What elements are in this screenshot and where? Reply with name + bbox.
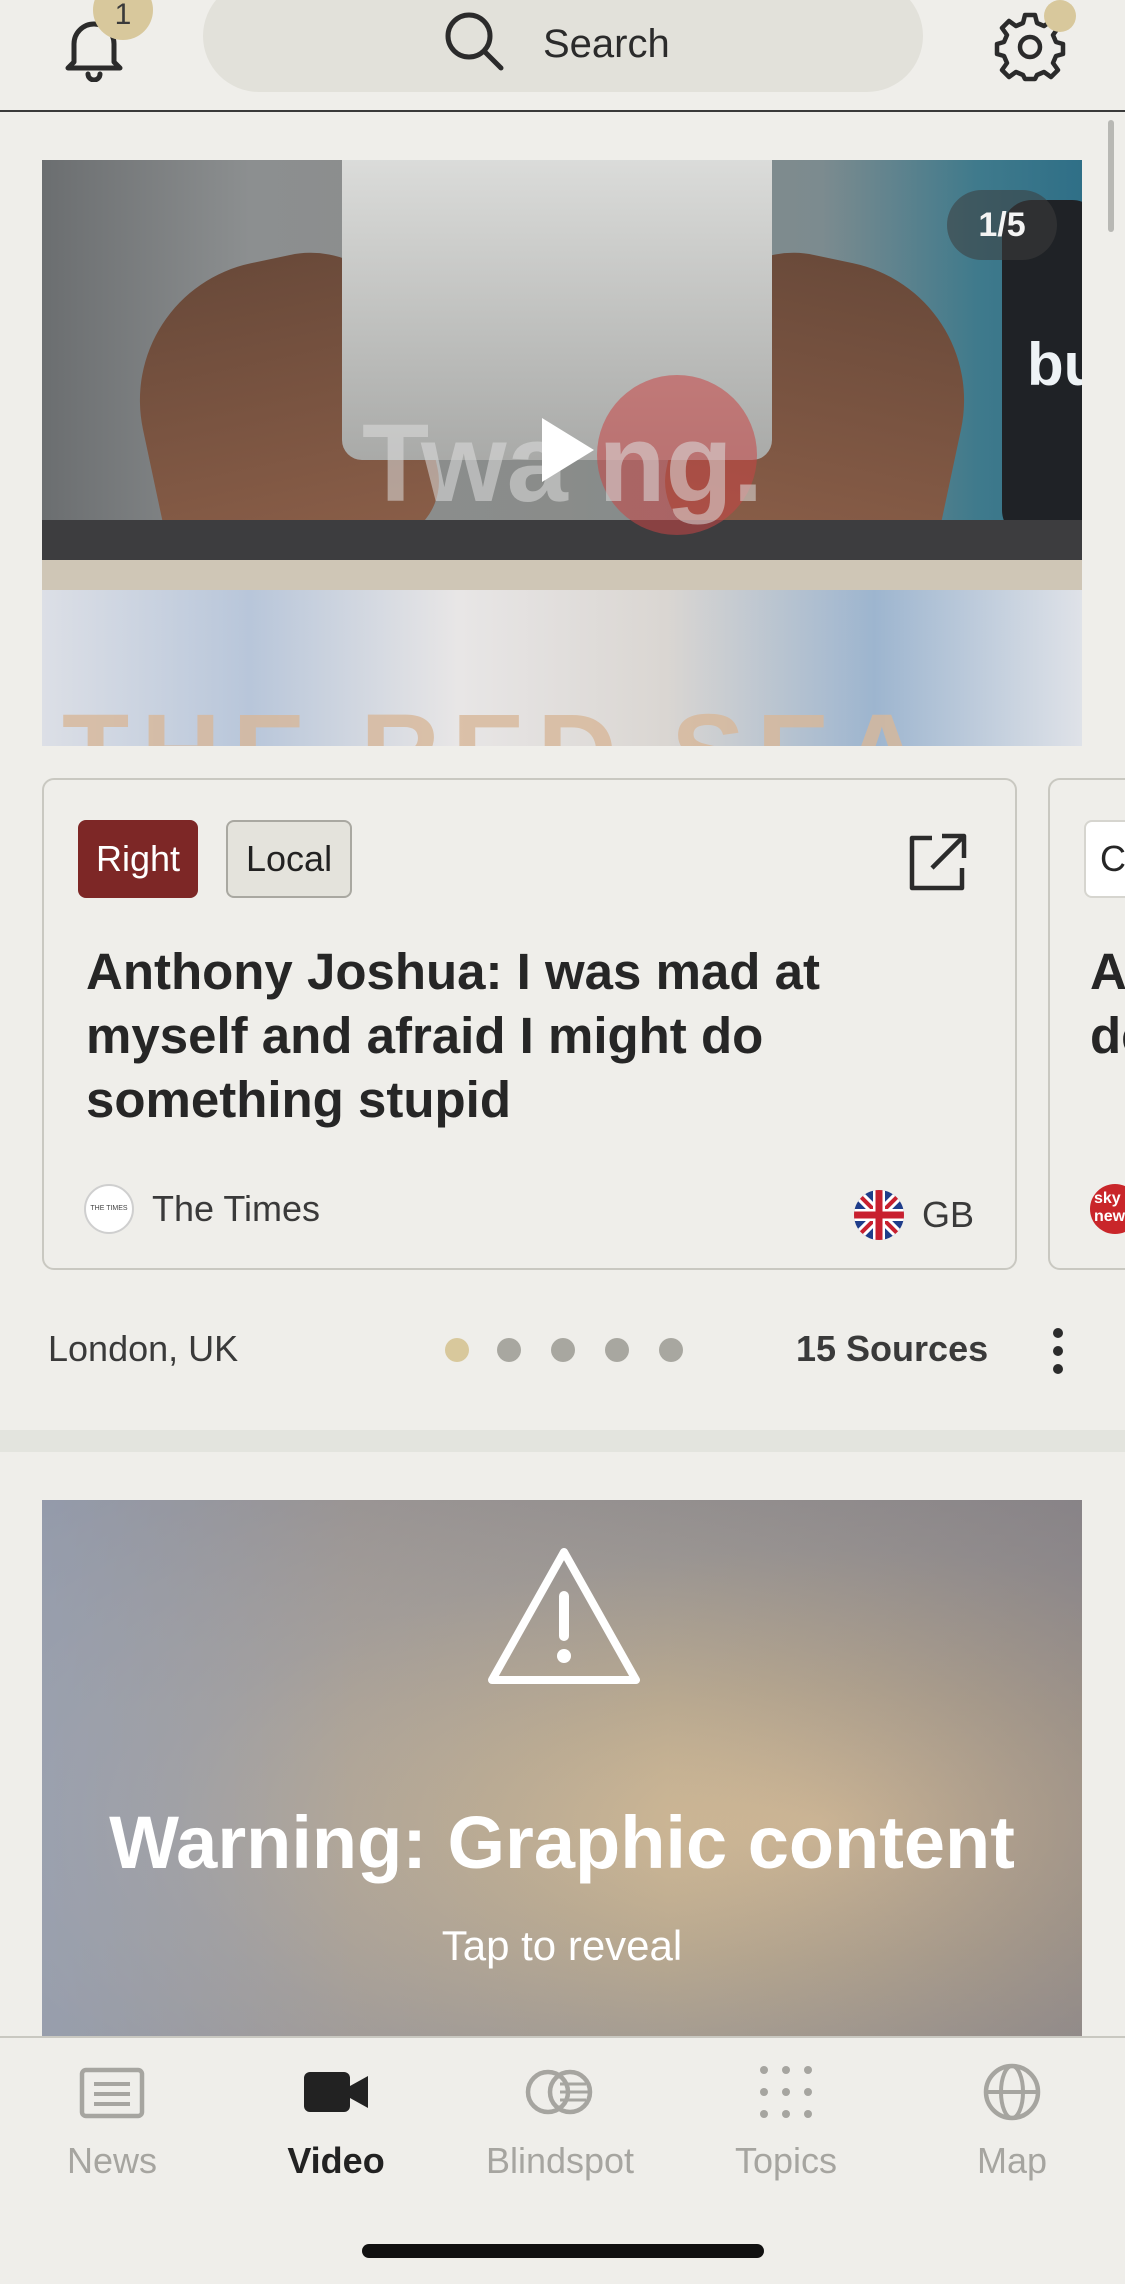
- home-indicator[interactable]: [362, 2244, 764, 2258]
- tap-to-reveal[interactable]: Tap to reveal: [42, 1922, 1082, 1970]
- country-code: GB: [922, 1194, 975, 1235]
- carousel-dots[interactable]: [445, 1338, 685, 1362]
- next-story-tag: C: [1084, 820, 1125, 898]
- warning-icon: [488, 1548, 640, 1684]
- settings-indicator-dot: [1044, 0, 1076, 32]
- video-player[interactable]: bu THE RED SEA Twa ng. 1/5: [42, 160, 1082, 746]
- story-card[interactable]: Right Local Anthony Joshua: I was mad at…: [42, 778, 1017, 1270]
- carousel-dot[interactable]: [445, 1338, 469, 1362]
- top-bar: 1 Search: [0, 0, 1125, 112]
- nav-map[interactable]: Map: [932, 2062, 1092, 2182]
- gb-flag-icon: [854, 1190, 904, 1240]
- nav-map-label: Map: [976, 2140, 1048, 2181]
- search-label: Search: [543, 22, 670, 66]
- next-story-headline: A de: [1090, 943, 1125, 1064]
- nav-topics-label: Topics: [734, 2140, 838, 2181]
- video-bottle-text: bu: [1027, 331, 1082, 398]
- blindspot-icon: [525, 2069, 593, 2115]
- search-bar[interactable]: Search: [203, 0, 923, 92]
- scrollbar[interactable]: [1108, 120, 1114, 232]
- play-icon[interactable]: [542, 418, 594, 482]
- section-divider: [0, 1430, 1125, 1452]
- story-location: London, UK: [48, 1328, 239, 1369]
- nav-topics[interactable]: Topics: [706, 2062, 866, 2182]
- source-logo: THE TIMES: [84, 1184, 134, 1234]
- nav-blindspot-label: Blindspot: [485, 2140, 635, 2181]
- nav-news-label: News: [66, 2140, 158, 2181]
- video-camera-icon: [304, 2072, 368, 2112]
- grid-dots-icon: [760, 2066, 812, 2118]
- warning-title: Warning: Graphic content: [109, 1801, 1015, 1884]
- nav-blindspot[interactable]: Blindspot: [480, 2062, 640, 2182]
- more-options-icon[interactable]: [1048, 1326, 1068, 1376]
- sources-count[interactable]: 15 Sources: [796, 1328, 988, 1370]
- next-story-source-logo: sky news: [1090, 1184, 1125, 1234]
- carousel-dot[interactable]: [497, 1338, 521, 1362]
- story-headline[interactable]: Anthony Joshua: I was mad at myself and …: [86, 940, 966, 1132]
- nav-video-label: Video: [287, 2140, 385, 2181]
- nav-video[interactable]: Video: [256, 2062, 416, 2182]
- app-screen: 1 Search bu THE RED SEA Twa ng.: [0, 0, 1125, 2284]
- video-desk-edge: [42, 560, 1082, 590]
- tag-local: Local: [226, 820, 353, 898]
- newspaper-icon: [79, 2067, 145, 2119]
- globe-icon: [983, 2063, 1041, 2121]
- next-story-card[interactable]: C A de sky news: [1048, 778, 1125, 1270]
- bias-tag-right: Right: [78, 820, 199, 898]
- search-icon: [445, 12, 504, 71]
- nav-news[interactable]: News: [32, 2062, 192, 2182]
- external-link-icon[interactable]: [906, 832, 968, 894]
- source-name: The Times: [152, 1188, 321, 1229]
- carousel-dot[interactable]: [551, 1338, 575, 1362]
- carousel-dot[interactable]: [659, 1338, 683, 1362]
- media-counter: 1/5: [947, 190, 1057, 260]
- carousel-dot[interactable]: [605, 1338, 629, 1362]
- graphic-content-warning[interactable]: Warning: Graphic content Tap to reveal: [42, 1500, 1082, 2040]
- video-banner-text: THE RED SEA: [62, 690, 934, 746]
